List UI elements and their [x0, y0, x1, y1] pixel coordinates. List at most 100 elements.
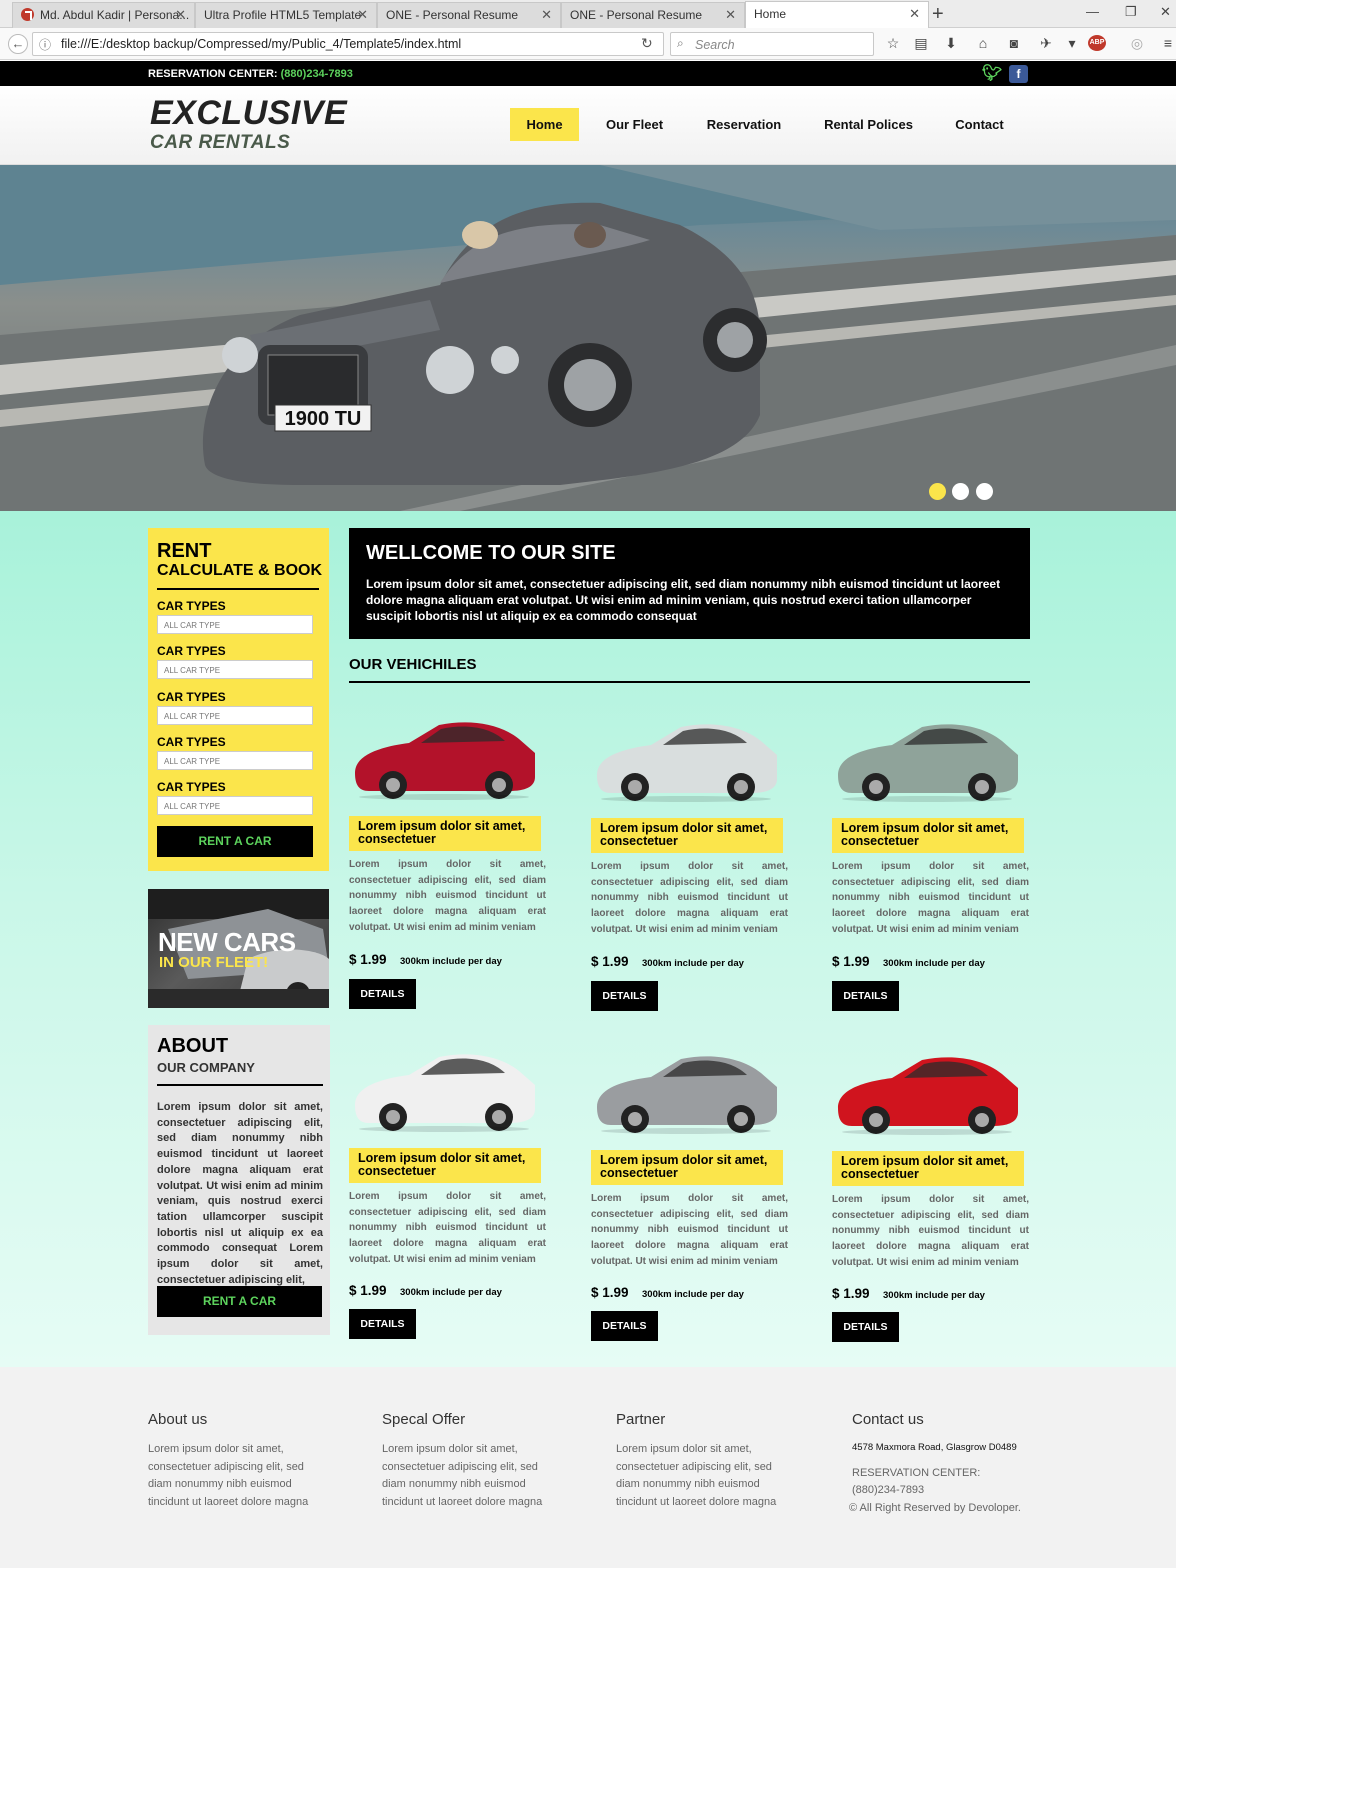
vehicle-price-note: 300km include per day [883, 1290, 985, 1301]
search-icon: ⌕ [677, 36, 684, 50]
reading-list-icon[interactable]: ▤ [913, 35, 929, 51]
about-title: ABOUT [157, 1035, 229, 1057]
divider [157, 588, 319, 590]
car-image[interactable] [832, 1042, 1022, 1137]
car-type-select[interactable]: ALL CAR TYPE [157, 706, 313, 725]
facebook-icon[interactable]: f [1009, 65, 1028, 83]
nav-contact[interactable]: Contact [946, 108, 1013, 141]
details-button[interactable]: DETAILS [591, 981, 658, 1011]
minimize-icon[interactable]: — [1086, 4, 1099, 19]
vehicle-price-note: 300km include per day [400, 1287, 502, 1298]
welcome-text: Lorem ipsum dolor sit amet, consectetuer… [366, 577, 1001, 623]
details-button[interactable]: DETAILS [349, 1309, 416, 1339]
car-type-select[interactable]: ALL CAR TYPE [157, 615, 313, 634]
about-widget: ABOUT OUR COMPANY Lorem ipsum dolor sit … [148, 1025, 330, 1335]
vehicle-caption: Lorem ipsum dolor sit amet, consectetuer [591, 818, 783, 853]
car-types-label: CAR TYPES [157, 780, 226, 794]
rent-a-car-button[interactable]: RENT A CAR [157, 826, 313, 857]
browser-tab[interactable]: ONE - Personal Resume ✕ [377, 2, 561, 28]
vehicle-price: $ 1.99 [832, 1286, 870, 1301]
tab-title: Md. Abdul Kadir | Persona... [40, 8, 190, 22]
bookmark-star-icon[interactable]: ☆ [885, 35, 901, 51]
slider-dot[interactable] [952, 483, 969, 500]
browser-tab-active[interactable]: Home ✕ [745, 1, 929, 29]
car-image[interactable] [349, 707, 539, 802]
tab-title: Ultra Profile HTML5 Template [204, 8, 362, 22]
details-button[interactable]: DETAILS [832, 1312, 899, 1342]
slider-dot[interactable] [976, 483, 993, 500]
footer-partner-title: Partner [616, 1411, 666, 1428]
logo-subtitle[interactable]: CAR RENTALS [150, 132, 290, 154]
new-tab-icon[interactable]: + [932, 3, 944, 26]
vehicle-caption: Lorem ipsum dolor sit amet, consectetuer [591, 1150, 783, 1185]
main-content: RENT CALCULATE & BOOK CAR TYPES ALL CAR … [0, 511, 1176, 1367]
close-window-icon[interactable]: ✕ [1160, 4, 1171, 20]
car-type-select[interactable]: ALL CAR TYPE [157, 660, 313, 679]
vehicle-price-note: 300km include per day [400, 956, 502, 967]
car-image[interactable] [591, 1041, 781, 1136]
top-bar: RESERVATION CENTER: (880)234-7893 🐦︎ f [0, 61, 1176, 86]
footer-phone: (880)234-7893 [852, 1484, 925, 1496]
browser-tab[interactable]: Md. Abdul Kadir | Persona... ✕ [12, 2, 195, 28]
download-icon[interactable]: ⬇ [943, 35, 959, 51]
close-tab-icon[interactable]: ✕ [541, 7, 552, 23]
dropdown-icon[interactable]: ▾ [1064, 35, 1080, 51]
details-button[interactable]: DETAILS [349, 979, 416, 1009]
about-subtitle: OUR COMPANY [157, 1060, 255, 1075]
car-types-label: CAR TYPES [157, 644, 226, 658]
restore-icon[interactable]: ❐ [1125, 4, 1137, 20]
welcome-title: WELLCOME TO OUR SITE [366, 542, 616, 564]
menu-icon[interactable]: ≡ [1160, 35, 1176, 51]
twitter-icon[interactable]: 🐦︎ [982, 65, 1002, 83]
close-tab-icon[interactable]: ✕ [357, 7, 368, 23]
reservation-label: RESERVATION CENTER: [148, 68, 278, 80]
tab-title: ONE - Personal Resume [386, 8, 519, 22]
footer-about-text: Lorem ipsum dolor sit amet, consectetuer… [148, 1443, 309, 1508]
search-input[interactable]: ⌕ Search [670, 32, 874, 56]
extension-icon[interactable]: ✈ [1038, 35, 1054, 51]
details-button[interactable]: DETAILS [591, 1311, 658, 1341]
nav-home[interactable]: Home [510, 108, 579, 141]
footer-offer-text: Lorem ipsum dolor sit amet, consectetuer… [382, 1443, 543, 1508]
reservation-center: RESERVATION CENTER: (880)234-7893 [148, 68, 353, 80]
details-button[interactable]: DETAILS [832, 981, 899, 1011]
nav-rental-polices[interactable]: Rental Polices [816, 108, 921, 141]
browser-tab[interactable]: Ultra Profile HTML5 Template ✕ [195, 2, 377, 28]
info-icon[interactable]: ⓘ [39, 36, 51, 53]
about-text: Lorem ipsum dolor sit amet, consectetuer… [157, 1101, 323, 1286]
vehicle-caption: Lorem ipsum dolor sit amet, consectetuer [349, 816, 541, 851]
logo-title[interactable]: EXCLUSIVE [150, 94, 347, 133]
home-icon[interactable]: ⌂ [975, 35, 991, 51]
footer-partner-text: Lorem ipsum dolor sit amet, consectetuer… [616, 1443, 777, 1508]
vehicle-price: $ 1.99 [591, 1285, 629, 1300]
nav-reservation[interactable]: Reservation [697, 108, 791, 141]
browser-tab[interactable]: ONE - Personal Resume ✕ [561, 2, 745, 28]
rent-a-car-button[interactable]: RENT A CAR [157, 1286, 322, 1317]
slider-dot-active[interactable] [929, 483, 946, 500]
vehicle-price-note: 300km include per day [642, 1289, 744, 1300]
url-text: file:///E:/desktop backup/Compressed/my/… [61, 37, 462, 51]
url-bar[interactable]: ⓘ file:///E:/desktop backup/Compressed/m… [32, 32, 664, 56]
footer-reservation-label: RESERVATION CENTER: [852, 1467, 981, 1479]
close-tab-icon[interactable]: ✕ [725, 7, 736, 23]
vehicle-price-note: 300km include per day [642, 958, 744, 969]
sync-icon[interactable]: ◎ [1129, 35, 1145, 51]
close-tab-icon[interactable]: ✕ [909, 6, 920, 22]
close-tab-icon[interactable]: ✕ [175, 7, 186, 23]
pocket-icon[interactable]: ◙ [1006, 35, 1022, 51]
license-plate-text: 1900 TU [285, 408, 362, 430]
adblock-icon[interactable]: ABP [1088, 35, 1106, 51]
vehicle-caption: Lorem ipsum dolor sit amet, consectetuer [832, 818, 1024, 853]
rent-widget: RENT CALCULATE & BOOK CAR TYPES ALL CAR … [148, 528, 329, 871]
rent-title: RENT [157, 540, 212, 562]
divider [157, 1084, 323, 1086]
back-icon[interactable]: ← [8, 34, 28, 54]
car-type-select[interactable]: ALL CAR TYPE [157, 796, 313, 815]
car-type-select[interactable]: ALL CAR TYPE [157, 751, 313, 770]
new-cars-banner[interactable]: NEW CARS IN OUR FLEET! [148, 889, 329, 1008]
reload-icon[interactable]: ↻ [641, 35, 653, 52]
car-image[interactable] [591, 709, 781, 804]
car-image[interactable] [349, 1039, 539, 1134]
nav-our-fleet[interactable]: Our Fleet [597, 108, 672, 141]
car-image[interactable] [832, 709, 1022, 804]
